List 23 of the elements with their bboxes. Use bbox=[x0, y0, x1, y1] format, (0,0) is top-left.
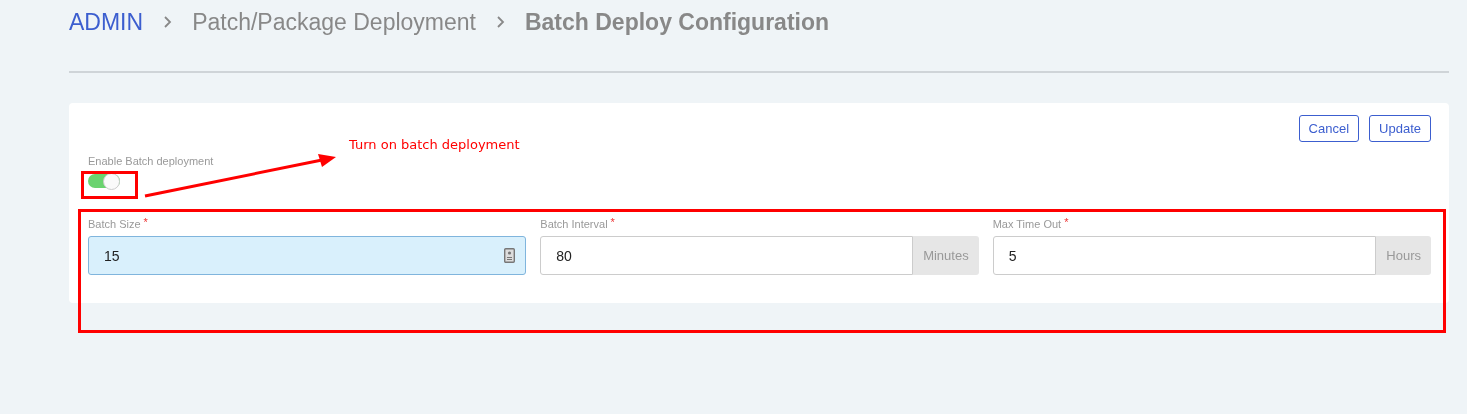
input-field[interactable]: 5 bbox=[992, 236, 1377, 275]
required-mark: * bbox=[1064, 218, 1069, 230]
required-mark: * bbox=[610, 218, 615, 230]
field-label: Max Time Out bbox=[992, 218, 1062, 232]
required-mark: * bbox=[143, 218, 148, 230]
chevron-right-icon bbox=[163, 15, 173, 29]
action-button[interactable]: Cancel bbox=[1298, 115, 1360, 142]
unit-label: Hours bbox=[1376, 236, 1431, 275]
highlight-box bbox=[81, 171, 138, 199]
page-title: Batch Deploy Configuration bbox=[524, 8, 830, 36]
field-label: Batch Size bbox=[88, 218, 141, 232]
toggle-label: Enable Batch deployment bbox=[88, 155, 214, 167]
field-label: Batch Interval bbox=[540, 218, 608, 232]
toggle-switch[interactable] bbox=[88, 174, 120, 188]
chevron-right-icon bbox=[495, 15, 505, 29]
input-field[interactable]: 15 bbox=[88, 236, 527, 275]
annotation-text: Turn on batch deployment bbox=[349, 137, 520, 152]
contact-card-icon[interactable] bbox=[504, 248, 516, 263]
breadcrumb-link[interactable]: ADMIN bbox=[69, 8, 144, 36]
action-button[interactable]: Update bbox=[1369, 115, 1431, 142]
input-field[interactable]: 80 bbox=[540, 236, 914, 275]
breadcrumb-link[interactable]: Patch/Package Deployment bbox=[192, 8, 476, 36]
unit-label: Minutes bbox=[913, 236, 979, 275]
